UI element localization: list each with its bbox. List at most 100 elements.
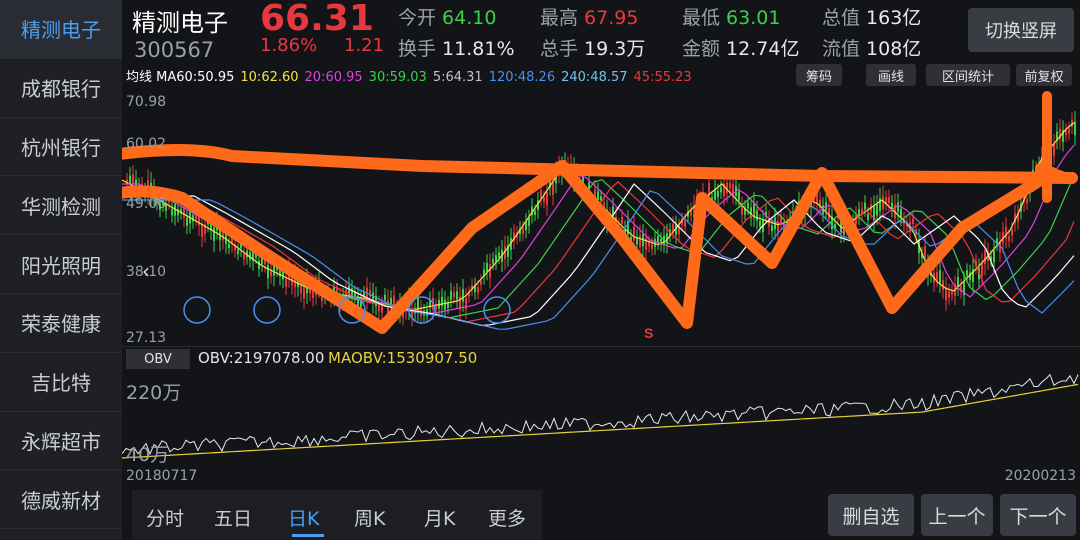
obv-value: OBV:2197078.00 <box>198 349 325 367</box>
ma-legend-item: 20:60.95 <box>304 70 363 85</box>
stat-5: 总手 19.3万 <box>540 34 645 61</box>
stat-key: 今开 <box>398 7 443 29</box>
candle-body <box>729 183 731 189</box>
chart-tool-button[interactable]: 画线 <box>866 64 916 86</box>
stat-1: 最高 67.95 <box>540 3 638 30</box>
quote-header: 精测电子 300567 66.31 1.86% 1.21 今开 64.10 最高 … <box>122 0 1080 62</box>
ma-legend-item: 10:62.60 <box>240 70 299 85</box>
stat-3: 总值 163亿 <box>822 3 921 30</box>
period-tab-4[interactable]: 月K <box>424 504 455 531</box>
sidebar-stock-0[interactable]: 精测电子 <box>0 0 122 59</box>
stat-value: 163亿 <box>866 7 922 29</box>
stat-key: 换手 <box>398 38 443 60</box>
candle-body <box>621 216 623 224</box>
candle-body <box>936 272 938 280</box>
sell-signal-marker: S <box>644 325 653 341</box>
candle-body <box>543 196 545 202</box>
stat-value: 12.74亿 <box>726 38 800 60</box>
obv-header: OBV OBV:2197078.00 MAOBV:1530907.50 <box>122 346 1080 371</box>
candle-body <box>303 286 305 299</box>
period-tab-3[interactable]: 周K <box>354 504 385 531</box>
candle-body <box>1026 198 1028 204</box>
obv-tab-button[interactable]: OBV <box>126 349 190 369</box>
stat-0: 今开 64.10 <box>398 3 496 30</box>
candle-body <box>228 243 230 249</box>
remove-watchlist-button[interactable]: 删自选 <box>828 494 914 536</box>
candle-body <box>876 204 878 216</box>
ma-legend-item: 45:55.23 <box>633 70 692 85</box>
stat-key: 总值 <box>822 7 867 29</box>
sidebar-stock-4[interactable]: 阳光照明 <box>0 235 122 294</box>
stat-7: 流值 108亿 <box>822 34 921 61</box>
candle-body <box>171 208 173 216</box>
candle-body <box>597 191 599 201</box>
change-percent: 1.86% <box>260 35 318 56</box>
candle-body <box>381 304 383 313</box>
candle-body <box>1008 236 1010 241</box>
stat-key: 流值 <box>822 38 867 60</box>
candle-body <box>393 295 395 306</box>
chart-tool-button[interactable]: 筹码 <box>796 64 842 86</box>
stock-code: 300567 <box>134 38 215 62</box>
candle-body <box>867 214 869 220</box>
ma-legend-item: 30:59.03 <box>368 70 427 85</box>
candle-body <box>444 299 446 310</box>
sidebar-stock-6[interactable]: 吉比特 <box>0 353 122 412</box>
obv-chart[interactable] <box>122 370 1080 462</box>
period-tab-5[interactable]: 更多 <box>488 504 526 531</box>
period-tabs: 分时 五日 日K 周K 月K 更多 <box>132 490 542 540</box>
last-price: 66.31 <box>260 0 374 39</box>
candle-body <box>285 278 287 287</box>
candle-body <box>534 210 536 215</box>
change-amount: 1.21 <box>344 35 385 56</box>
ma-legend-item: 5:64.31 <box>432 70 483 85</box>
candle-body <box>759 220 761 227</box>
period-tab-1[interactable]: 五日 <box>214 504 252 531</box>
stat-value: 67.95 <box>584 7 639 29</box>
sidebar-stock-1[interactable]: 成都银行 <box>0 59 122 118</box>
candle-body <box>771 225 773 232</box>
chart-tool-button[interactable]: 前复权 <box>1016 64 1072 86</box>
price-axis-label: 38.10 <box>126 264 167 280</box>
sidebar-stock-3[interactable]: 华测检测 <box>0 176 122 236</box>
candle-body <box>132 174 134 185</box>
stat-key: 金额 <box>682 38 727 60</box>
sidebar-stock-2[interactable]: 杭州银行 <box>0 118 122 177</box>
stat-key: 最高 <box>540 7 585 29</box>
period-tab-2[interactable]: 日K <box>288 504 319 531</box>
candle-body <box>480 280 482 285</box>
maobv-value: MAOBV:1530907.50 <box>328 349 478 367</box>
date-start: 20180717 <box>126 468 198 484</box>
chart-tool-button[interactable]: 区间统计 <box>926 64 1010 86</box>
price-axis-label: 60.02 <box>126 136 167 152</box>
candle-body <box>738 191 740 200</box>
obv-line <box>122 373 1079 456</box>
kline-chart[interactable]: S‹ <box>122 88 1080 346</box>
candle-body <box>717 190 719 197</box>
stat-key: 最低 <box>682 7 727 29</box>
switch-portrait-button[interactable]: 切换竖屏 <box>968 8 1074 52</box>
candle-body <box>1005 227 1007 239</box>
candle-body <box>981 263 983 276</box>
prev-stock-button[interactable]: 上一个 <box>921 494 993 536</box>
candle-body <box>213 227 215 241</box>
sidebar-stock-8[interactable]: 德威新材 <box>0 470 122 530</box>
candle-body <box>237 249 239 255</box>
candle-body <box>486 262 488 272</box>
period-tab-0[interactable]: 分时 <box>146 504 184 531</box>
candle-body <box>720 187 722 193</box>
candle-body <box>186 217 188 226</box>
price-axis-label: 49.06 <box>126 196 167 212</box>
candle-body <box>546 191 548 206</box>
next-stock-button[interactable]: 下一个 <box>1000 494 1076 536</box>
sidebar-stock-5[interactable]: 荣泰健康 <box>0 294 122 353</box>
stat-key: 总手 <box>540 38 585 60</box>
candle-body <box>1068 128 1070 134</box>
candle-body <box>528 217 530 226</box>
stat-4: 换手 11.81% <box>398 34 515 61</box>
sidebar-stock-7[interactable]: 永辉超市 <box>0 412 122 471</box>
date-end: 20200213 <box>1004 468 1076 484</box>
stat-value: 108亿 <box>866 38 922 60</box>
ma-legend-item: 240:48.57 <box>561 70 628 85</box>
candle-body <box>639 235 641 248</box>
